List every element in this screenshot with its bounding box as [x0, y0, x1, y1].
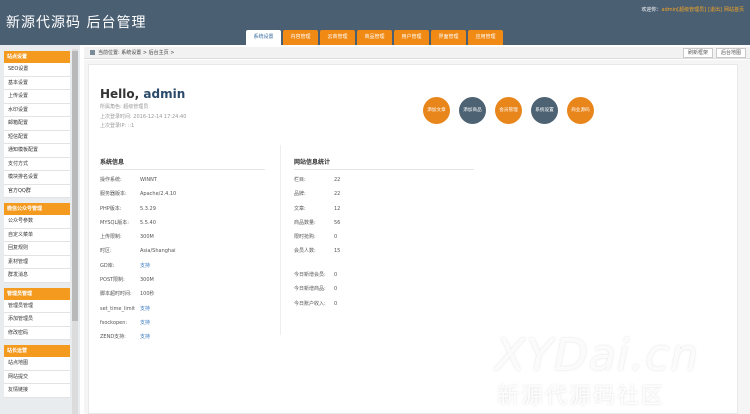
sidebar-item-sitemap[interactable]: 站点地图 [4, 357, 70, 371]
table-row: PHP版本: 5.3.29 [100, 205, 156, 212]
site-logo: 新源代源码 后台管理 [6, 15, 147, 31]
main-tabs: 系统设置 内容管理 云商管理 商品管理 用户管理 界面管理 应用管理 [246, 30, 503, 45]
tab-apps[interactable]: 应用管理 [468, 30, 503, 45]
table-row: 操作系统: WINNT [100, 177, 157, 183]
table-row: 今日账户收入: 0 [294, 300, 338, 307]
tab-system-settings[interactable]: 系统设置 [246, 30, 281, 45]
table-row: 今日新增商品: 0 [294, 286, 338, 293]
sidebar-item-broadcast[interactable]: 群发消息 [4, 269, 70, 283]
stats-title: 网站信息统计 [294, 159, 331, 166]
meta-last-login-ip: 上次登录IP: ::1 [100, 123, 135, 129]
tab-interface[interactable]: 界面管理 [431, 30, 466, 45]
table-row: GD库: 支持 [100, 262, 151, 269]
sidebar-group-site[interactable]: 站点设置 [4, 51, 70, 63]
quick-actions: 添加文章 添加商品 会员管理 系统设置 商业源码 [423, 97, 594, 124]
sidebar-item-friend-links[interactable]: 友情链接 [4, 384, 70, 398]
table-row: 服务器版本: Apache/2.4.10 [100, 191, 177, 198]
site-home-link[interactable]: 网站首页 [724, 7, 744, 13]
sidebar-item-watermark[interactable]: 水印设置 [4, 103, 70, 117]
table-row: 商品数量: 56 [294, 219, 341, 226]
stats-table: 栏目: 22 品牌: 22 文章: 12 商品数量: 56 限时抢购: 0 会员人数: 15 [294, 173, 340, 259]
tab-cloud-shop[interactable]: 云商管理 [320, 30, 355, 45]
sysinfo-table: 操作系统: WINNT 服务器版本: Apache/2.4.10 PHP版本: 5.3… [100, 173, 176, 345]
sidebar-item-payment[interactable]: 支付方式 [4, 157, 70, 171]
breadcrumb: 当前位置: 系统设置 > 后台主页 > 刷新框架 后台地图 [84, 47, 750, 59]
sidebar-item-seo[interactable]: SEO设置 [4, 63, 70, 77]
table-row: 会员人数: 15 [294, 248, 341, 255]
welcome-text: 欢迎你： [641, 7, 662, 13]
sidebar-item-qq-group[interactable]: 官方QQ群 [4, 184, 70, 198]
greeting: Hello, admin [100, 87, 185, 101]
sidebar-item-notify[interactable]: 通知模板配置 [4, 144, 70, 158]
table-row: fsockopen: 支持 [100, 319, 151, 326]
sidebar-item-admin-manage[interactable]: 管理员管理 [4, 299, 70, 313]
sidebar-menu: 站点设置 SEO设置 基本设置 上传设置 水印设置 邮箱配置 短信配置 通知模板… [4, 51, 70, 398]
member-manage-button[interactable]: 会员管理 [495, 97, 522, 124]
table-row: POST限制: 300M [100, 277, 154, 284]
table-row: 时区: Asia/Shanghai [100, 248, 176, 255]
sysinfo-divider [100, 169, 265, 170]
sidebar-item-email[interactable]: 邮箱配置 [4, 117, 70, 131]
sidebar-item-module-rank[interactable]: 模块排名设置 [4, 171, 70, 185]
header-bar: 新源代源码 后台管理 欢迎你：admin[超级管理员] [退出] 网站首页 系统设置… [0, 0, 750, 45]
tab-goods[interactable]: 商品管理 [357, 30, 392, 45]
user-name[interactable]: admin [662, 7, 678, 13]
sidebar-item-upload[interactable]: 上传设置 [4, 90, 70, 104]
table-row: 限时抢购: 0 [294, 234, 338, 241]
sidebar-item-custom-menu[interactable]: 自定义菜单 [4, 228, 70, 242]
column-divider [280, 145, 281, 335]
login-meta: 所属角色: 超级管理员 上次登录时间: 2016-12-14 17:24:40 … [100, 103, 186, 132]
sidebar-item-sms[interactable]: 短信配置 [4, 130, 70, 144]
sysinfo-title: 系统信息 [100, 159, 125, 166]
table-row: set_time_limit 支持 [100, 305, 151, 312]
watermark-en: XYDai.cn [495, 330, 700, 381]
greeting-hello: Hello, [100, 87, 140, 101]
sidebar: 站点设置 SEO设置 基本设置 上传设置 水印设置 邮箱配置 短信配置 通知模板… [0, 45, 80, 414]
sidebar-item-reply-rules[interactable]: 回复规则 [4, 242, 70, 256]
system-settings-button[interactable]: 系统设置 [531, 97, 558, 124]
table-row: 今日新增会员: 0 [294, 272, 338, 278]
table-row: ZEND支持: 支持 [100, 334, 151, 341]
table-row: 文章: 12 [294, 205, 341, 212]
sidebar-item-add-admin[interactable]: 添加管理员 [4, 313, 70, 327]
home-icon [90, 50, 95, 55]
meta-last-login-time: 上次登录时间: 2016-12-14 17:24:40 [100, 113, 187, 120]
sidebar-group-admin[interactable]: 管理员管理 [4, 287, 70, 300]
today-stats-table: 今日新增会员: 0 今日新增商品: 0 今日账户收入: 0 [294, 268, 337, 311]
logout-link[interactable]: [退出] [708, 7, 722, 13]
user-role: [超级管理员] [677, 7, 707, 13]
sidebar-group-wechat[interactable]: 微信公众号管理 [4, 203, 70, 215]
add-article-button[interactable]: 添加文章 [423, 97, 450, 124]
admin-map-button[interactable]: 后台地图 [715, 48, 746, 58]
watermark-cn: 新源代源码社区 [497, 384, 666, 409]
table-row: 栏目: 22 [294, 177, 341, 183]
add-goods-button[interactable]: 添加商品 [459, 97, 486, 124]
table-row: 上传限制: 300M [100, 234, 154, 241]
sidebar-item-basic[interactable]: 基本设置 [4, 76, 70, 90]
refresh-frame-button[interactable]: 刷新框架 [682, 48, 713, 58]
table-row: 脚本超时时间: 100秒 [100, 291, 155, 298]
tab-users[interactable]: 用户管理 [394, 30, 429, 45]
stats-divider [294, 169, 474, 170]
sidebar-item-change-password[interactable]: 修改密码 [4, 326, 70, 340]
sidebar-item-wechat-params[interactable]: 公众号参数 [4, 215, 70, 229]
sidebar-scrollbar[interactable] [72, 49, 78, 414]
commercial-source-button[interactable]: 商业源码 [567, 97, 594, 124]
top-links: 欢迎你：admin[超级管理员] [退出] 网站首页 [641, 6, 744, 13]
sidebar-item-submit[interactable]: 网站提交 [4, 370, 70, 384]
sidebar-group-operation[interactable]: 站长运营 [4, 345, 70, 357]
table-row: 品牌: 22 [294, 191, 341, 198]
greeting-username: admin [143, 87, 186, 101]
tab-content[interactable]: 内容管理 [283, 30, 318, 45]
breadcrumb-text: 当前位置: 系统设置 > 后台主页 > [98, 50, 175, 56]
table-row: MYSQL版本: 5.5.40 [100, 219, 156, 226]
sidebar-item-materials[interactable]: 素材管理 [4, 255, 70, 269]
meta-role: 所属角色: 超级管理员 [100, 104, 149, 110]
scrollbar-thumb[interactable] [72, 51, 78, 321]
